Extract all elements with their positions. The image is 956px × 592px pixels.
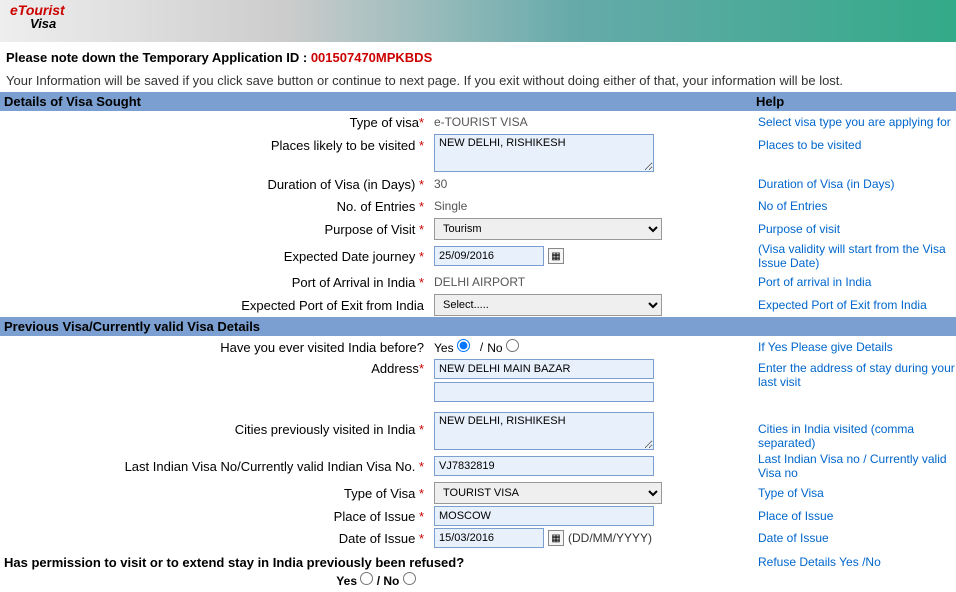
input-cities-prev[interactable]: NEW DELHI, RISHIKESH [434, 412, 654, 450]
calendar-icon[interactable]: ▦ [548, 530, 564, 546]
input-address-1[interactable] [434, 359, 654, 379]
select-port-exit[interactable]: Select..... [434, 294, 662, 316]
help-port-arrival[interactable]: Port of arrival in India [758, 275, 871, 289]
label-visited-before: Have you ever visited India before? [0, 340, 430, 355]
temp-id-label: Please note down the Temporary Applicati… [6, 50, 311, 65]
label-duration: Duration of Visa (in Days) * [0, 177, 430, 192]
radio-refused-yes[interactable] [360, 572, 373, 585]
help-address[interactable]: Enter the address of stay during your la… [758, 361, 955, 389]
notice-block: Please note down the Temporary Applicati… [0, 42, 956, 92]
label-port-exit: Expected Port of Exit from India [0, 298, 430, 313]
radio-visited-yes[interactable] [457, 339, 470, 352]
label-places: Places likely to be visited * [0, 134, 430, 153]
value-duration: 30 [434, 177, 447, 191]
help-expected-journey: (Visa validity will start from the Visa … [758, 242, 946, 270]
help-refused[interactable]: Refuse Details Yes /No [758, 555, 881, 569]
label-entries: No. of Entries * [0, 199, 430, 214]
section-header-details: Details of Visa Sought Help [0, 92, 956, 111]
help-type-of-visa[interactable]: Select visa type you are applying for [758, 115, 951, 129]
help-places[interactable]: Places to be visited [758, 138, 861, 152]
help-date-issue[interactable]: Date of Issue [758, 531, 829, 545]
section-title-details: Details of Visa Sought [4, 94, 756, 109]
banner-image: eTourist Visa [0, 0, 956, 42]
help-visited-before[interactable]: If Yes Please give Details [758, 340, 893, 354]
section-header-previous: Previous Visa/Currently valid Visa Detai… [0, 317, 956, 336]
label-purpose: Purpose of Visit * [0, 222, 430, 237]
refused-yn: Yes / No [0, 572, 752, 592]
input-date-issue[interactable] [434, 528, 544, 548]
label-address: Address* [0, 359, 430, 376]
logo: eTourist Visa [10, 2, 65, 31]
date-format-hint: (DD/MM/YYYY) [568, 531, 652, 545]
help-last-visa-no[interactable]: Last Indian Visa no / Currently valid Vi… [758, 452, 947, 480]
input-places[interactable]: NEW DELHI, RISHIKESH [434, 134, 654, 172]
radio-visited-no[interactable] [506, 339, 519, 352]
value-port-arrival: DELHI AIRPORT [434, 275, 525, 289]
logo-bottom: Visa [30, 16, 65, 31]
help-entries[interactable]: No of Entries [758, 199, 827, 213]
input-expected-journey[interactable] [434, 246, 544, 266]
label-date-issue: Date of Issue * [0, 531, 430, 546]
select-type-of-visa2[interactable]: TOURIST VISA [434, 482, 662, 504]
section-title-help: Help [756, 94, 952, 109]
help-duration[interactable]: Duration of Visa (in Days) [758, 177, 895, 191]
label-cities-prev: Cities previously visited in India * [0, 412, 430, 437]
select-purpose[interactable]: Tourism [434, 218, 662, 240]
section-title-previous: Previous Visa/Currently valid Visa Detai… [4, 319, 756, 334]
radio-refused-no[interactable] [403, 572, 416, 585]
value-type-of-visa: e-TOURIST VISA [434, 115, 528, 129]
input-place-issue[interactable] [434, 506, 654, 526]
calendar-icon[interactable]: ▦ [548, 248, 564, 264]
help-purpose[interactable]: Purpose of visit [758, 222, 840, 236]
label-last-visa-no: Last Indian Visa No/Currently valid Indi… [0, 459, 430, 474]
label-place-issue: Place of Issue * [0, 509, 430, 524]
label-port-arrival: Port of Arrival in India * [0, 275, 430, 290]
input-address-2[interactable] [434, 382, 654, 402]
label-expected-journey: Expected Date journey * [0, 249, 430, 264]
temp-id-value: 001507470MPKBDS [311, 50, 432, 65]
help-cities-prev[interactable]: Cities in India visited (comma separated… [758, 422, 914, 450]
help-type-of-visa2[interactable]: Type of Visa [758, 486, 824, 500]
help-port-exit[interactable]: Expected Port of Exit from India [758, 298, 927, 312]
label-type-of-visa2: Type of Visa * [0, 486, 430, 501]
temp-id-line: Please note down the Temporary Applicati… [6, 50, 950, 65]
input-last-visa-no[interactable] [434, 456, 654, 476]
label-type-of-visa: Type of visa* [0, 115, 430, 130]
help-place-issue[interactable]: Place of Issue [758, 509, 833, 523]
radio-visited-before: Yes / No [430, 339, 752, 355]
refused-question: Has permission to visit or to extend sta… [0, 549, 752, 572]
value-entries: Single [434, 199, 467, 213]
save-info-msg: Your Information will be saved if you cl… [6, 73, 950, 88]
